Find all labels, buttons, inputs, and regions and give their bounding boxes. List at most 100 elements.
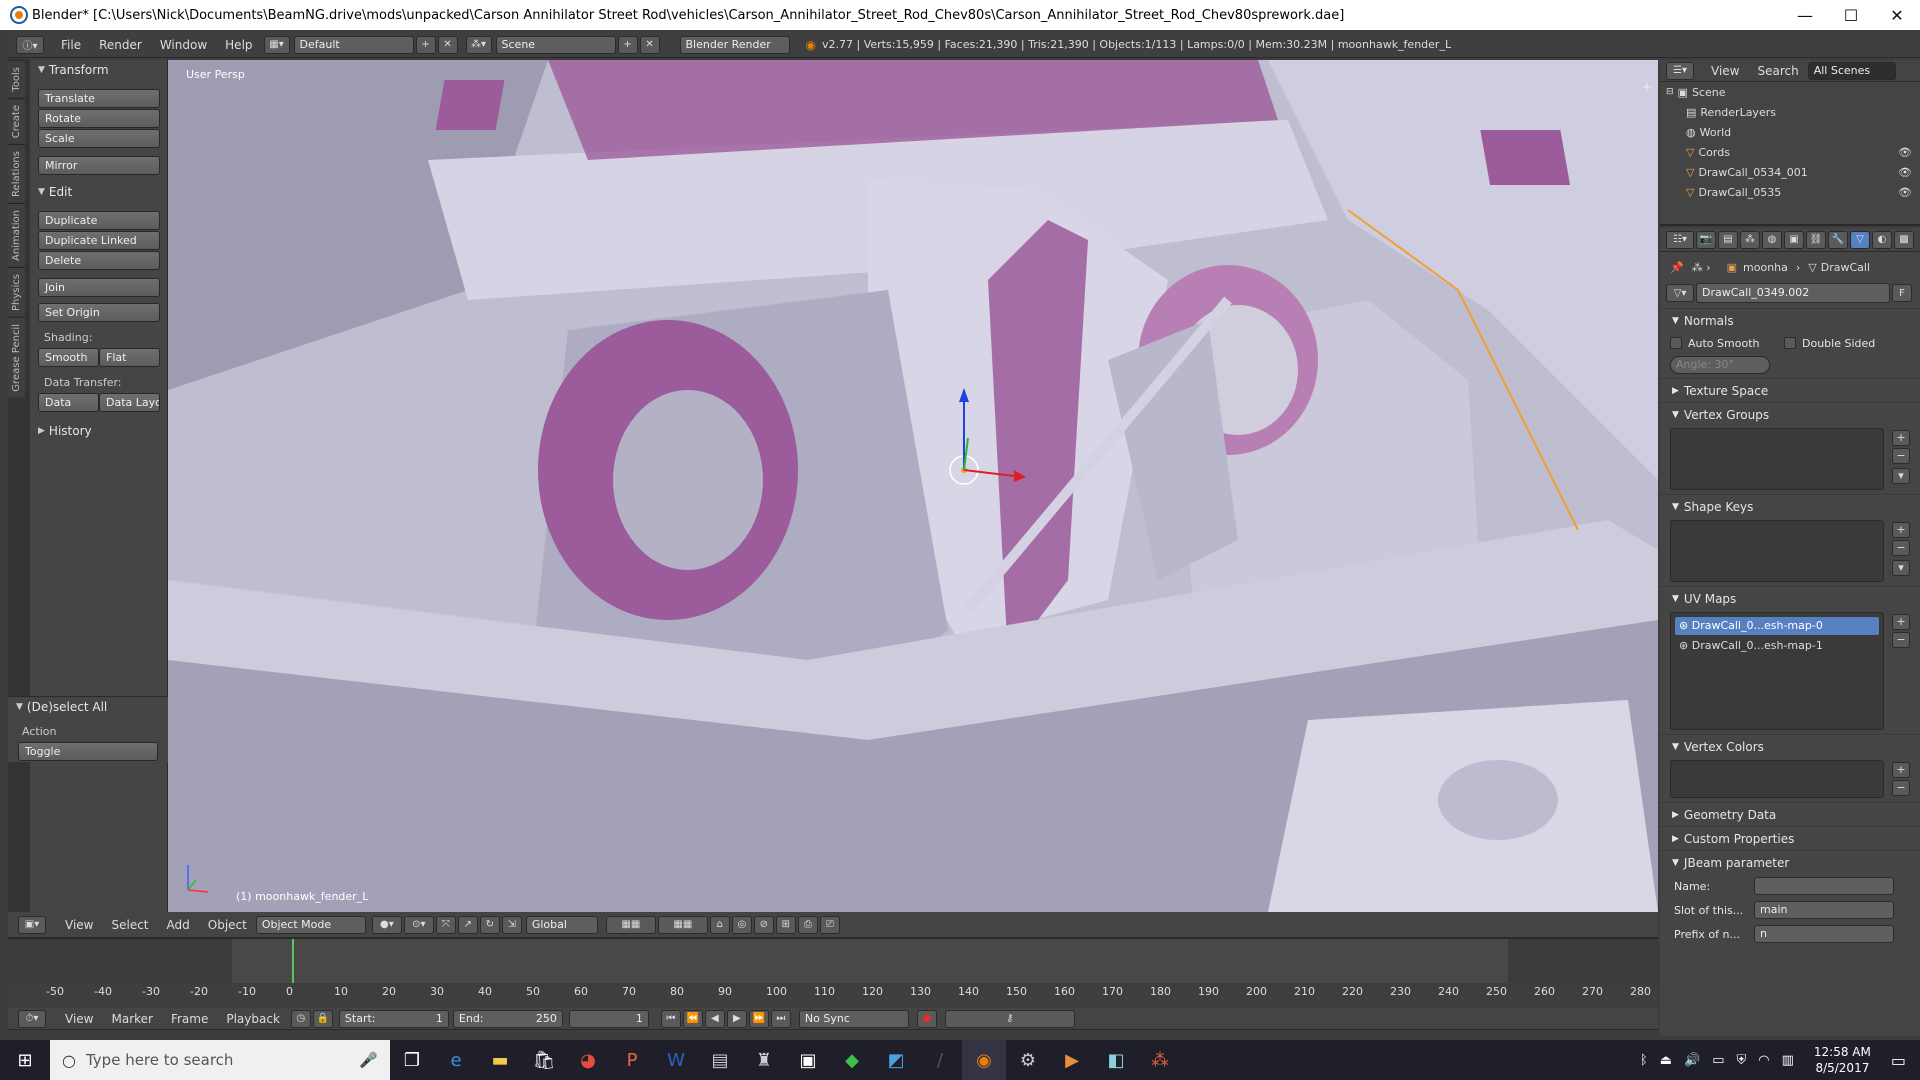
menu-select[interactable]: Select (102, 918, 157, 932)
pin-icon[interactable]: 📌 (1670, 261, 1684, 274)
minimize-button[interactable]: — (1782, 0, 1828, 30)
vertex-colors-panel-header[interactable]: ▼ Vertex Colors (1660, 734, 1920, 758)
edge-icon[interactable]: e (434, 1040, 478, 1080)
app-icon[interactable]: ◩ (874, 1040, 918, 1080)
normals-panel-header[interactable]: ▼ Normals (1660, 308, 1920, 332)
manipulator-toggle-icon[interactable]: ⤧ (435, 915, 456, 934)
shape-keys-list[interactable] (1670, 520, 1884, 582)
jump-key-back-icon[interactable]: ⏪ (682, 1009, 703, 1028)
scene-icon[interactable]: ⁂▾ (465, 35, 492, 54)
properties-editor-type-icon[interactable]: ☷▾ (1666, 230, 1694, 249)
timeline-editor[interactable]: -50 -40 -30 -20 -10 0 10 20 30 40 50 60 70 80 90 100 110… (8, 938, 1658, 1002)
keying-set-field[interactable]: ⚷ (944, 1009, 1075, 1028)
visibility-eye-icon[interactable]: 👁 (1898, 146, 1912, 159)
remove-uv-map-icon[interactable]: − (1892, 632, 1910, 648)
remove-layout-icon[interactable]: ✕ (437, 35, 458, 54)
store-icon[interactable]: 🛍 (522, 1040, 566, 1080)
editor-type-icon[interactable]: ▣▾ (18, 915, 46, 934)
defender-icon[interactable]: ⛨ (1737, 1053, 1747, 1068)
mesh-name-field[interactable]: DrawCall_0349.002 (1696, 283, 1890, 303)
render-opengl-icon[interactable]: ⎙ (797, 915, 818, 934)
visibility-eye-icon[interactable]: 👁 (1898, 166, 1912, 179)
transform-panel-header[interactable]: ▼ Transform (30, 60, 167, 80)
vertex-groups-list[interactable] (1670, 428, 1884, 490)
layout-grid-icon[interactable]: ▦▾ (263, 35, 290, 54)
maximize-button[interactable]: ☐ (1828, 0, 1874, 30)
material-tab-icon[interactable]: ◐ (1872, 230, 1892, 249)
usb-icon[interactable]: ⏏ (1660, 1053, 1672, 1068)
record-icon[interactable]: ● (916, 1009, 937, 1028)
app-icon[interactable]: ⚙ (1006, 1040, 1050, 1080)
remove-scene-icon[interactable]: ✕ (639, 35, 660, 54)
layers-grid-b[interactable]: ▦▦ (657, 915, 708, 934)
timeline-menu-marker[interactable]: Marker (102, 1012, 161, 1026)
vertex-groups-panel-header[interactable]: ▼ Vertex Groups (1660, 402, 1920, 426)
add-vertex-group-icon[interactable]: + (1892, 430, 1910, 446)
notifications-icon[interactable]: ▭ (1891, 1051, 1906, 1070)
snap-toggle-icon[interactable]: ⊘ (753, 915, 774, 934)
outliner-item-world[interactable]: ◍ World (1660, 122, 1920, 142)
tab-grease-pencil[interactable]: Grease Pencil (8, 316, 25, 398)
orientation-select[interactable]: Global (525, 915, 598, 934)
texture-tab-icon[interactable]: ▩ (1894, 230, 1914, 249)
snap-element-icon[interactable]: ⊞ (775, 915, 796, 934)
tab-create[interactable]: Create (8, 97, 25, 144)
jbeam-panel-header[interactable]: ▼ JBeam parameter (1660, 850, 1920, 874)
action-dropdown[interactable]: Toggle (18, 742, 158, 761)
shading-mode-icon[interactable]: ●▾ (371, 915, 402, 934)
pivot-icon[interactable]: ⊙▾ (403, 915, 434, 934)
bluetooth-icon[interactable]: ᛒ (1640, 1053, 1648, 1068)
operator-panel-header[interactable]: ▼ (De)select All (8, 697, 168, 717)
uv-map-item-active[interactable]: ⊛ DrawCall_0...esh-map-0 (1675, 617, 1879, 635)
jbeam-slot-input[interactable]: main (1754, 901, 1894, 919)
microphone-icon[interactable]: 🎤 (359, 1051, 378, 1069)
remove-vertex-color-icon[interactable]: − (1892, 780, 1910, 796)
remove-shape-key-icon[interactable]: − (1892, 540, 1910, 556)
jump-end-icon[interactable]: ⏭ (770, 1009, 791, 1028)
fake-user-button[interactable]: F (1892, 284, 1912, 302)
wifi-icon[interactable]: ◠ (1758, 1053, 1769, 1068)
geometry-data-panel-header[interactable]: ▶ Geometry Data (1660, 802, 1920, 826)
lock-layers-icon[interactable]: ⌂ (709, 915, 730, 934)
app-icon[interactable]: ◧ (1094, 1040, 1138, 1080)
powerpoint-icon[interactable]: P (610, 1040, 654, 1080)
play-reverse-icon[interactable]: ◀ (704, 1009, 725, 1028)
jbeam-prefix-input[interactable]: n (1754, 925, 1894, 943)
app-icon[interactable]: ▶ (1050, 1040, 1094, 1080)
data-layout-button[interactable]: Data Layo (99, 393, 160, 412)
uv-map-item[interactable]: ⊛ DrawCall_0...esh-map-1 (1675, 637, 1879, 655)
custom-properties-panel-header[interactable]: ▶ Custom Properties (1660, 826, 1920, 850)
menu-file[interactable]: File (52, 38, 90, 52)
proportional-edit-icon[interactable]: ◎ (731, 915, 752, 934)
blender-taskbar-icon[interactable]: ◉ (962, 1040, 1006, 1080)
render-anim-icon[interactable]: ⎚ (819, 915, 840, 934)
jump-start-icon[interactable]: ⏮ (660, 1009, 681, 1028)
panel-expand-icon[interactable]: + (1642, 80, 1652, 94)
tab-physics[interactable]: Physics (8, 266, 25, 317)
file-explorer-icon[interactable]: ▬ (478, 1040, 522, 1080)
mesh-browse-icon[interactable]: ▽▾ (1666, 284, 1694, 302)
outliner-item-scene[interactable]: ⊟ ▣ Scene (1660, 82, 1920, 102)
taskbar-search[interactable]: ○ Type here to search 🎤 (50, 1040, 390, 1080)
world-tab-icon[interactable]: ◍ (1762, 230, 1782, 249)
vertex-group-menu-icon[interactable]: ▾ (1892, 468, 1910, 484)
battery-icon[interactable]: ▭ (1712, 1053, 1724, 1068)
timeline-menu-view[interactable]: View (56, 1012, 102, 1026)
vertex-colors-list[interactable] (1670, 760, 1884, 798)
info-editor-type-icon[interactable]: ⓘ▾ (16, 35, 44, 54)
app-icon[interactable]: ◆ (830, 1040, 874, 1080)
start-frame-field[interactable]: Start: 1 (338, 1009, 449, 1028)
windows-start-icon[interactable]: ⊞ (0, 1040, 50, 1080)
edit-panel-header[interactable]: ▼ Edit (30, 182, 167, 202)
mode-select[interactable]: Object Mode (255, 915, 366, 934)
outliner-menu-view[interactable]: View (1702, 64, 1748, 78)
timeline-editor-type-icon[interactable]: ⏱▾ (18, 1009, 46, 1028)
expand-icon[interactable]: ⊟ (1666, 87, 1674, 97)
smooth-button[interactable]: Smooth (38, 348, 99, 367)
add-vertex-color-icon[interactable]: + (1892, 762, 1910, 778)
app-icon[interactable]: ♜ (742, 1040, 786, 1080)
constraints-tab-icon[interactable]: ⛓ (1806, 230, 1826, 249)
task-view-icon[interactable]: ❐ (390, 1040, 434, 1080)
clock[interactable]: 12:58 AM 8/5/2017 (1814, 1044, 1871, 1076)
outliner-menu-search[interactable]: Search (1748, 64, 1807, 78)
